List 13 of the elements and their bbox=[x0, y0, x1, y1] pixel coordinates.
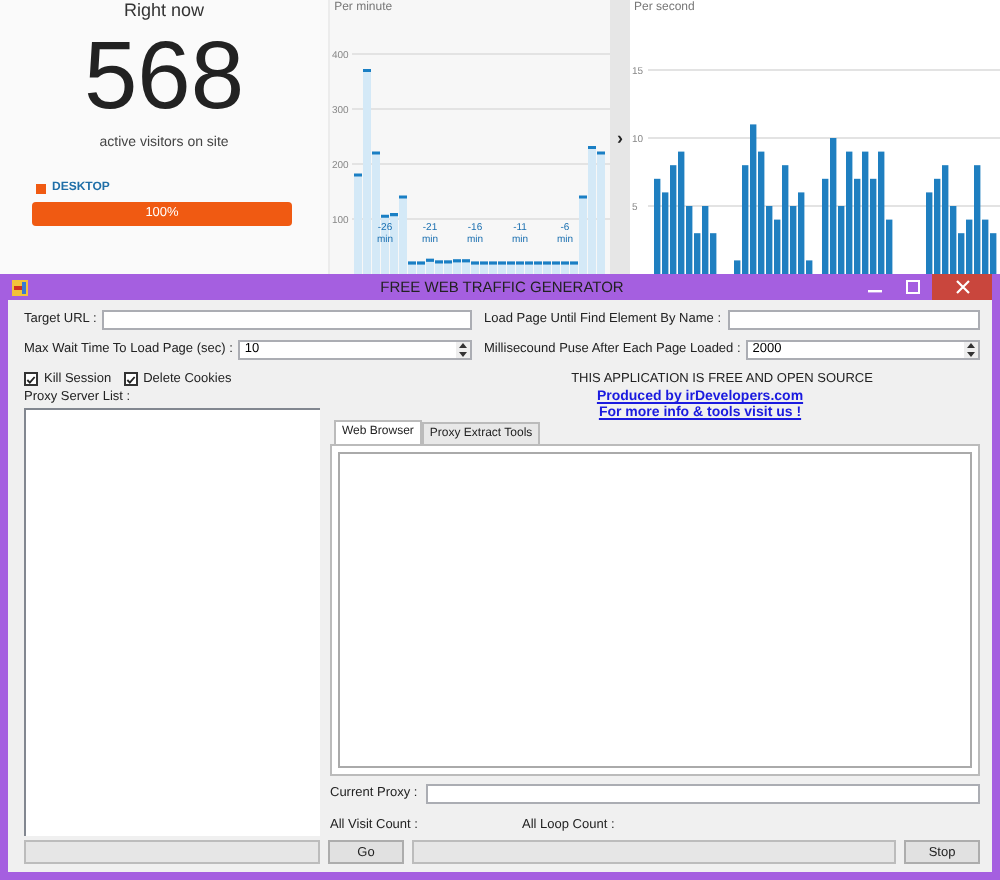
close-icon bbox=[955, 280, 969, 294]
checkbox[interactable] bbox=[123, 372, 138, 386]
active-visitor-count: 568 bbox=[83, 28, 245, 128]
current-proxy-field[interactable] bbox=[425, 783, 980, 803]
close-button[interactable] bbox=[932, 274, 992, 300]
collapse-handle[interactable]: › bbox=[610, 0, 630, 274]
checkbox[interactable] bbox=[24, 372, 38, 386]
maximize-icon bbox=[906, 280, 920, 294]
target-url-field[interactable] bbox=[102, 309, 472, 329]
element-name-field[interactable] bbox=[727, 309, 980, 329]
app-icon bbox=[12, 279, 28, 295]
panel-title: Right now bbox=[124, 0, 205, 20]
legend-swatch-icon bbox=[36, 183, 46, 193]
